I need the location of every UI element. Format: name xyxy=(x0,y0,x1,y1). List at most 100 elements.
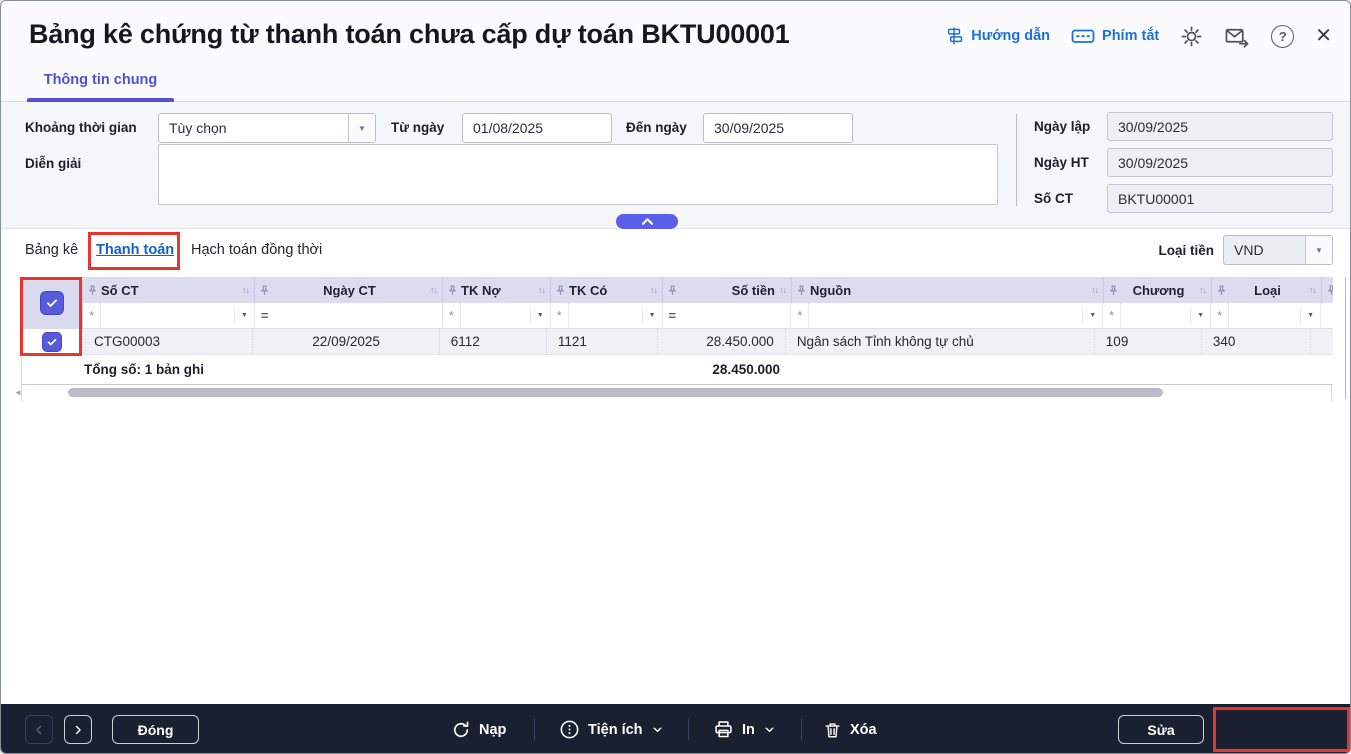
check-icon xyxy=(46,336,58,348)
column-header-tk-co[interactable]: TK Có ↑↓ xyxy=(551,277,663,303)
pin-icon[interactable] xyxy=(88,285,97,296)
pin-icon[interactable] xyxy=(668,285,677,296)
filter-nguon[interactable]: * ▼ xyxy=(791,303,1103,329)
edit-button[interactable]: Sửa xyxy=(1118,715,1204,744)
table-header-row: Số CT ↑↓ Ngày CT ↑↓ TK Nợ ↑↓ TK Có ↑↓ xyxy=(83,277,1333,303)
cell-so-tien[interactable]: 28.450.000 xyxy=(658,329,786,355)
ellipsis-circle-icon xyxy=(559,719,580,740)
check-icon xyxy=(45,296,59,310)
guide-label: Hướng dẫn xyxy=(971,28,1050,44)
delete-button[interactable]: Xóa xyxy=(823,704,877,754)
sort-icon[interactable]: ↑↓ xyxy=(1199,285,1206,295)
send-mail-icon[interactable] xyxy=(1224,25,1250,48)
cell-nguon[interactable]: Ngân sách Tỉnh không tự chủ xyxy=(786,329,1095,355)
filter-loai[interactable]: * ▼ xyxy=(1211,303,1321,329)
cell-loai[interactable]: 340 xyxy=(1202,329,1311,355)
cell-tk-no[interactable]: 6112 xyxy=(440,329,547,355)
signpost-icon xyxy=(944,26,964,46)
column-header-chuong[interactable]: Chương ↑↓ xyxy=(1104,277,1212,303)
column-header-tk-no[interactable]: TK Nợ ↑↓ xyxy=(443,277,551,303)
filter-dropdown-icon[interactable]: ▼ xyxy=(642,308,656,323)
pin-icon[interactable] xyxy=(556,285,565,296)
scrollbar-thumb[interactable] xyxy=(68,388,1163,397)
column-header-ngay-ct[interactable]: Ngày CT ↑↓ xyxy=(255,277,443,303)
doc-no-input[interactable]: BKTU00001 xyxy=(1107,184,1333,213)
subtab-bang-ke[interactable]: Bảng kê xyxy=(25,242,78,258)
pin-icon[interactable] xyxy=(1217,285,1226,296)
total-amount: 28.450.000 xyxy=(663,362,792,377)
settings-gear-icon[interactable] xyxy=(1180,25,1203,48)
sort-icon[interactable]: ↑↓ xyxy=(779,285,786,295)
cell-partial xyxy=(1311,329,1333,355)
posted-date-input[interactable]: 30/09/2025 xyxy=(1107,148,1333,177)
titlebar-controls: Hướng dẫn Phím tắt ? ✕ xyxy=(944,22,1332,50)
cell-so-ct[interactable]: CTG00003 xyxy=(83,329,253,355)
pin-icon[interactable] xyxy=(260,285,269,296)
print-button[interactable]: In xyxy=(713,704,776,754)
created-date-input[interactable]: 30/09/2025 xyxy=(1107,112,1333,141)
filter-dropdown-icon[interactable]: ▼ xyxy=(1190,308,1204,323)
filter-tk-no[interactable]: * ▼ xyxy=(443,303,551,329)
collapse-form-button[interactable] xyxy=(616,214,678,229)
column-header-so-tien[interactable]: Số tiền ↑↓ xyxy=(663,277,792,303)
sort-icon[interactable]: ↑↓ xyxy=(430,285,437,295)
table-row[interactable]: CTG00003 22/09/2025 6112 1121 28.450.000… xyxy=(83,329,1333,355)
pin-icon[interactable] xyxy=(797,285,806,296)
cell-tk-co[interactable]: 1121 xyxy=(547,329,658,355)
table-filter-row: * ▼ = * ▼ * ▼ = * ▼ xyxy=(83,303,1333,329)
tab-thong-tin-chung[interactable]: Thông tin chung xyxy=(27,67,174,98)
description-label: Diễn giải xyxy=(25,156,81,171)
sort-icon[interactable]: ↑↓ xyxy=(242,285,249,295)
filter-dropdown-icon[interactable]: ▼ xyxy=(1082,308,1096,323)
filter-so-tien[interactable]: = xyxy=(663,303,792,329)
column-header-so-ct[interactable]: Số CT ↑↓ xyxy=(83,277,255,303)
guide-link[interactable]: Hướng dẫn xyxy=(944,26,1050,46)
chevron-down-icon[interactable]: ▼ xyxy=(348,114,375,142)
column-header-partial xyxy=(1322,277,1333,303)
subtab-thanh-toan[interactable]: Thanh toán xyxy=(96,242,174,258)
filter-ngay-ct[interactable]: = xyxy=(255,303,443,329)
sort-icon[interactable]: ↑↓ xyxy=(1091,285,1098,295)
cell-chuong[interactable]: 109 xyxy=(1095,329,1202,355)
scroll-left-icon[interactable]: ◄ xyxy=(14,388,22,397)
column-header-loai[interactable]: Loại ↑↓ xyxy=(1212,277,1322,303)
sort-icon[interactable]: ↑↓ xyxy=(1309,285,1316,295)
filter-dropdown-icon[interactable]: ▼ xyxy=(530,308,544,323)
filter-dropdown-icon[interactable]: ▼ xyxy=(234,308,248,323)
sort-icon[interactable]: ↑↓ xyxy=(650,285,657,295)
keyboard-icon xyxy=(1071,26,1095,46)
filter-tk-co[interactable]: * ▼ xyxy=(551,303,663,329)
cell-ngay-ct[interactable]: 22/09/2025 xyxy=(253,329,439,355)
shortcuts-link[interactable]: Phím tắt xyxy=(1071,26,1159,46)
close-button[interactable]: Đóng xyxy=(112,715,199,744)
close-icon[interactable]: ✕ xyxy=(1315,26,1332,46)
shortcuts-label: Phím tắt xyxy=(1102,28,1159,44)
currency-select[interactable]: VND ▼ xyxy=(1223,235,1333,265)
chevron-left-icon xyxy=(32,723,46,737)
filter-chuong[interactable]: * ▼ xyxy=(1103,303,1211,329)
pin-icon[interactable] xyxy=(1109,285,1118,296)
description-textarea[interactable] xyxy=(158,144,998,205)
select-all-checkbox[interactable] xyxy=(40,291,64,315)
prev-record-button[interactable] xyxy=(25,715,53,744)
period-select[interactable]: Tùy chọn ▼ xyxy=(158,113,376,143)
title-bar: Bảng kê chứng từ thanh toán chưa cấp dự … xyxy=(1,1,1350,102)
filter-dropdown-icon[interactable]: ▼ xyxy=(1300,308,1314,323)
help-icon[interactable]: ? xyxy=(1271,25,1294,48)
from-date-input[interactable]: 01/08/2025 xyxy=(462,113,612,143)
filter-so-ct[interactable]: * ▼ xyxy=(83,303,255,329)
utilities-button[interactable]: Tiện ích xyxy=(559,704,664,754)
posted-date-label: Ngày HT xyxy=(1034,155,1089,170)
chevron-down-icon[interactable]: ▼ xyxy=(1305,236,1332,264)
subtab-hach-toan-dong-thoi[interactable]: Hạch toán đồng thời xyxy=(191,242,322,258)
to-date-input[interactable]: 30/09/2025 xyxy=(703,113,853,143)
row-checkbox[interactable] xyxy=(42,332,62,352)
refresh-button[interactable]: Nạp xyxy=(451,704,506,754)
sort-icon[interactable]: ↑↓ xyxy=(538,285,545,295)
payment-table: Số CT ↑↓ Ngày CT ↑↓ TK Nợ ↑↓ TK Có ↑↓ xyxy=(21,277,1332,401)
column-header-nguon[interactable]: Nguồn ↑↓ xyxy=(792,277,1104,303)
pin-icon[interactable] xyxy=(448,285,457,296)
table-total-row: Tổng số: 1 bản ghi 28.450.000 xyxy=(22,355,1333,385)
horizontal-scrollbar[interactable]: ◄ xyxy=(22,385,1333,401)
next-record-button[interactable] xyxy=(64,715,92,744)
